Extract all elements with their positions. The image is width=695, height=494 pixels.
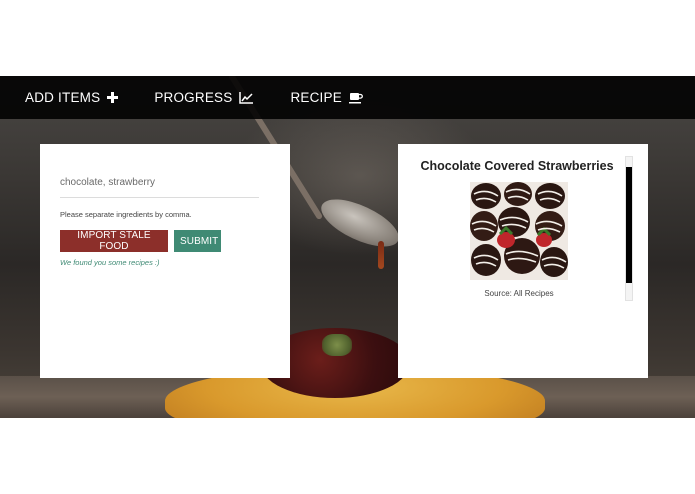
background-drip	[378, 241, 384, 269]
background-herb	[322, 334, 352, 356]
nav-recipe-label: RECIPE	[290, 90, 342, 105]
app-root: ADD ITEMS PROGRESS RECIPE Please separat…	[0, 76, 695, 418]
recipe-scrollbar-thumb[interactable]	[626, 167, 632, 283]
recipe-image[interactable]	[470, 182, 568, 280]
nav-add-items-label: ADD ITEMS	[25, 90, 101, 105]
recipe-scrollbar[interactable]	[625, 156, 633, 301]
nav-progress[interactable]: PROGRESS	[154, 90, 254, 105]
import-stale-food-button[interactable]: IMPORT STALE FOOD	[60, 230, 168, 252]
result-message: We found you some recipes :)	[60, 258, 160, 267]
strawberries-picture	[470, 182, 568, 280]
nav-recipe[interactable]: RECIPE	[290, 90, 363, 105]
ingredients-hint: Please separate ingredients by comma.	[60, 210, 192, 219]
nav-add-items[interactable]: ADD ITEMS	[25, 90, 119, 105]
button-row: IMPORT STALE FOOD SUBMIT	[60, 230, 270, 252]
nav-progress-label: PROGRESS	[154, 90, 233, 105]
plus-icon	[107, 92, 119, 103]
submit-button[interactable]: SUBMIT	[174, 230, 221, 252]
recipe-title[interactable]: Chocolate Covered Strawberries	[398, 159, 636, 173]
ingredients-input[interactable]	[60, 177, 259, 198]
ingredients-card: Please separate ingredients by comma. IM…	[40, 144, 290, 378]
line-chart-icon	[239, 91, 254, 104]
recipe-source: Source: All Recipes	[484, 289, 554, 298]
recipe-card: Chocolate Covered Strawberries Source: A…	[398, 144, 648, 378]
coffee-cup-icon	[348, 92, 363, 103]
top-navbar: ADD ITEMS PROGRESS RECIPE	[0, 76, 695, 119]
